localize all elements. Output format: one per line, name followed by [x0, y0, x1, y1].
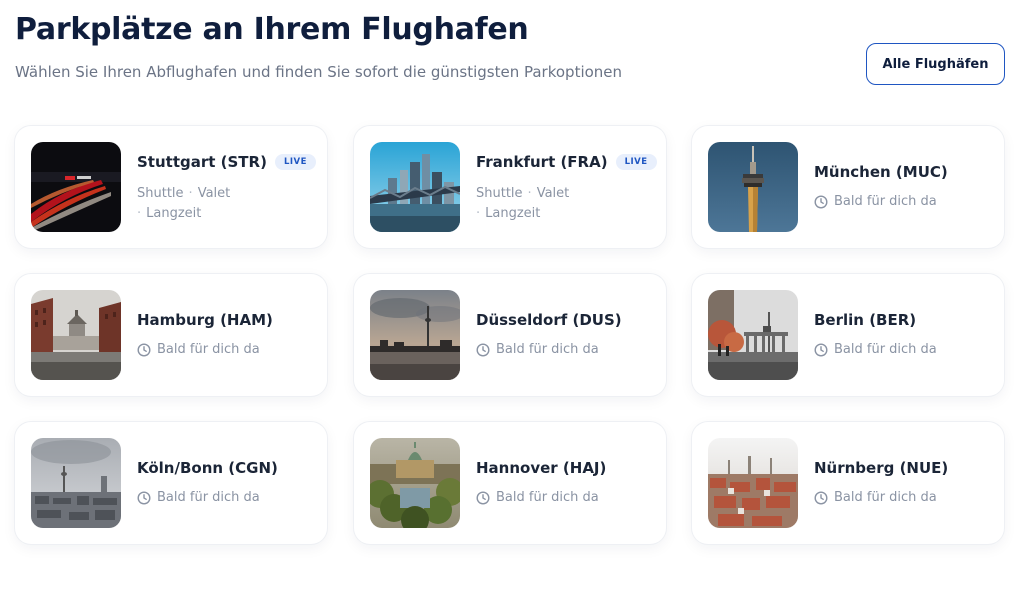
airport-card-hannover[interactable]: Hannover (HAJ) Bald für dich da: [354, 422, 666, 544]
clock-icon: [137, 490, 151, 505]
city-row: Hamburg (HAM): [137, 311, 273, 329]
page-subtitle: Wählen Sie Ihren Abflughafen und finden …: [15, 63, 623, 81]
city-name: Hamburg (HAM): [137, 311, 273, 329]
city-row: Stuttgart (STR) LIVE: [137, 153, 316, 171]
coming-soon-text: Bald für dich da: [157, 342, 260, 357]
airport-card-nuernberg[interactable]: Nürnberg (NUE) Bald für dich da: [692, 422, 1004, 544]
frankfurt-photo: [370, 142, 460, 232]
coming-soon: Bald für dich da: [814, 194, 937, 209]
coming-soon: Bald für dich da: [476, 490, 599, 505]
coming-soon-text: Bald für dich da: [834, 342, 937, 357]
muenchen-photo: [708, 142, 798, 232]
city-row: Düsseldorf (DUS): [476, 311, 622, 329]
city-name: München (MUC): [814, 163, 948, 181]
service-valet: Valet: [536, 186, 570, 201]
hannover-photo: [370, 438, 460, 528]
service-shuttle: Shuttle: [476, 186, 523, 201]
airport-card-duesseldorf[interactable]: Düsseldorf (DUS) Bald für dich da: [354, 274, 666, 396]
city-name: Köln/Bonn (CGN): [137, 459, 278, 477]
page-title: Parkplätze an Ihrem Flughafen: [15, 12, 529, 47]
airport-card-berlin[interactable]: Berlin (BER) Bald für dich da: [692, 274, 1004, 396]
clock-icon: [137, 342, 151, 357]
clock-icon: [476, 342, 490, 357]
airport-card-muenchen[interactable]: München (MUC) Bald für dich da: [692, 126, 1004, 248]
coming-soon-text: Bald für dich da: [157, 490, 260, 505]
city-name: Hannover (HAJ): [476, 459, 607, 477]
city-row: Frankfurt (FRA) LIVE: [476, 153, 657, 171]
city-row: München (MUC): [814, 163, 948, 181]
service-longterm: Langzeit: [485, 206, 541, 221]
coming-soon-text: Bald für dich da: [834, 194, 937, 209]
airport-card-frankfurt[interactable]: Frankfurt (FRA) LIVE Shuttle · Valet · Langz…: [354, 126, 666, 248]
service-valet: Valet: [197, 186, 231, 201]
city-name: Berlin (BER): [814, 311, 917, 329]
clock-icon: [814, 194, 828, 209]
nuernberg-photo: [708, 438, 798, 528]
coming-soon: Bald für dich da: [476, 342, 599, 357]
live-badge: LIVE: [274, 154, 316, 170]
city-name: Nürnberg (NUE): [814, 459, 949, 477]
service-list: Shuttle · Valet · Langzeit: [137, 186, 231, 221]
city-name: Düsseldorf (DUS): [476, 311, 622, 329]
berlin-photo: [708, 290, 798, 380]
hamburg-photo: [31, 290, 121, 380]
airport-card-hamburg[interactable]: Hamburg (HAM) Bald für dich da: [15, 274, 327, 396]
city-name: Stuttgart (STR): [137, 153, 267, 171]
city-row: Berlin (BER): [814, 311, 916, 329]
all-airports-button[interactable]: Alle Flughäfen: [866, 43, 1005, 85]
clock-icon: [476, 490, 490, 505]
city-row: Hannover (HAJ): [476, 459, 606, 477]
clock-icon: [814, 342, 828, 357]
city-name: Frankfurt (FRA): [476, 153, 608, 171]
live-badge: LIVE: [615, 154, 657, 170]
city-row: Köln/Bonn (CGN): [137, 459, 278, 477]
page-header: Parkplätze an Ihrem Flughafen Wählen Sie…: [15, 12, 1005, 92]
coming-soon-text: Bald für dich da: [834, 490, 937, 505]
coming-soon: Bald für dich da: [814, 490, 937, 505]
clock-icon: [814, 490, 828, 505]
stuttgart-photo: [31, 142, 121, 232]
coming-soon: Bald für dich da: [814, 342, 937, 357]
airport-card-koeln-bonn[interactable]: Köln/Bonn (CGN) Bald für dich da: [15, 422, 327, 544]
duesseldorf-photo: [370, 290, 460, 380]
coming-soon: Bald für dich da: [137, 490, 260, 505]
coming-soon-text: Bald für dich da: [496, 490, 599, 505]
airport-card-stuttgart[interactable]: Stuttgart (STR) LIVE Shuttle · Valet · Langz…: [15, 126, 327, 248]
coming-soon: Bald für dich da: [137, 342, 260, 357]
service-shuttle: Shuttle: [137, 186, 184, 201]
service-list: Shuttle · Valet · Langzeit: [476, 186, 570, 221]
coming-soon-text: Bald für dich da: [496, 342, 599, 357]
koeln-bonn-photo: [31, 438, 121, 528]
city-row: Nürnberg (NUE): [814, 459, 948, 477]
service-longterm: Langzeit: [146, 206, 202, 221]
